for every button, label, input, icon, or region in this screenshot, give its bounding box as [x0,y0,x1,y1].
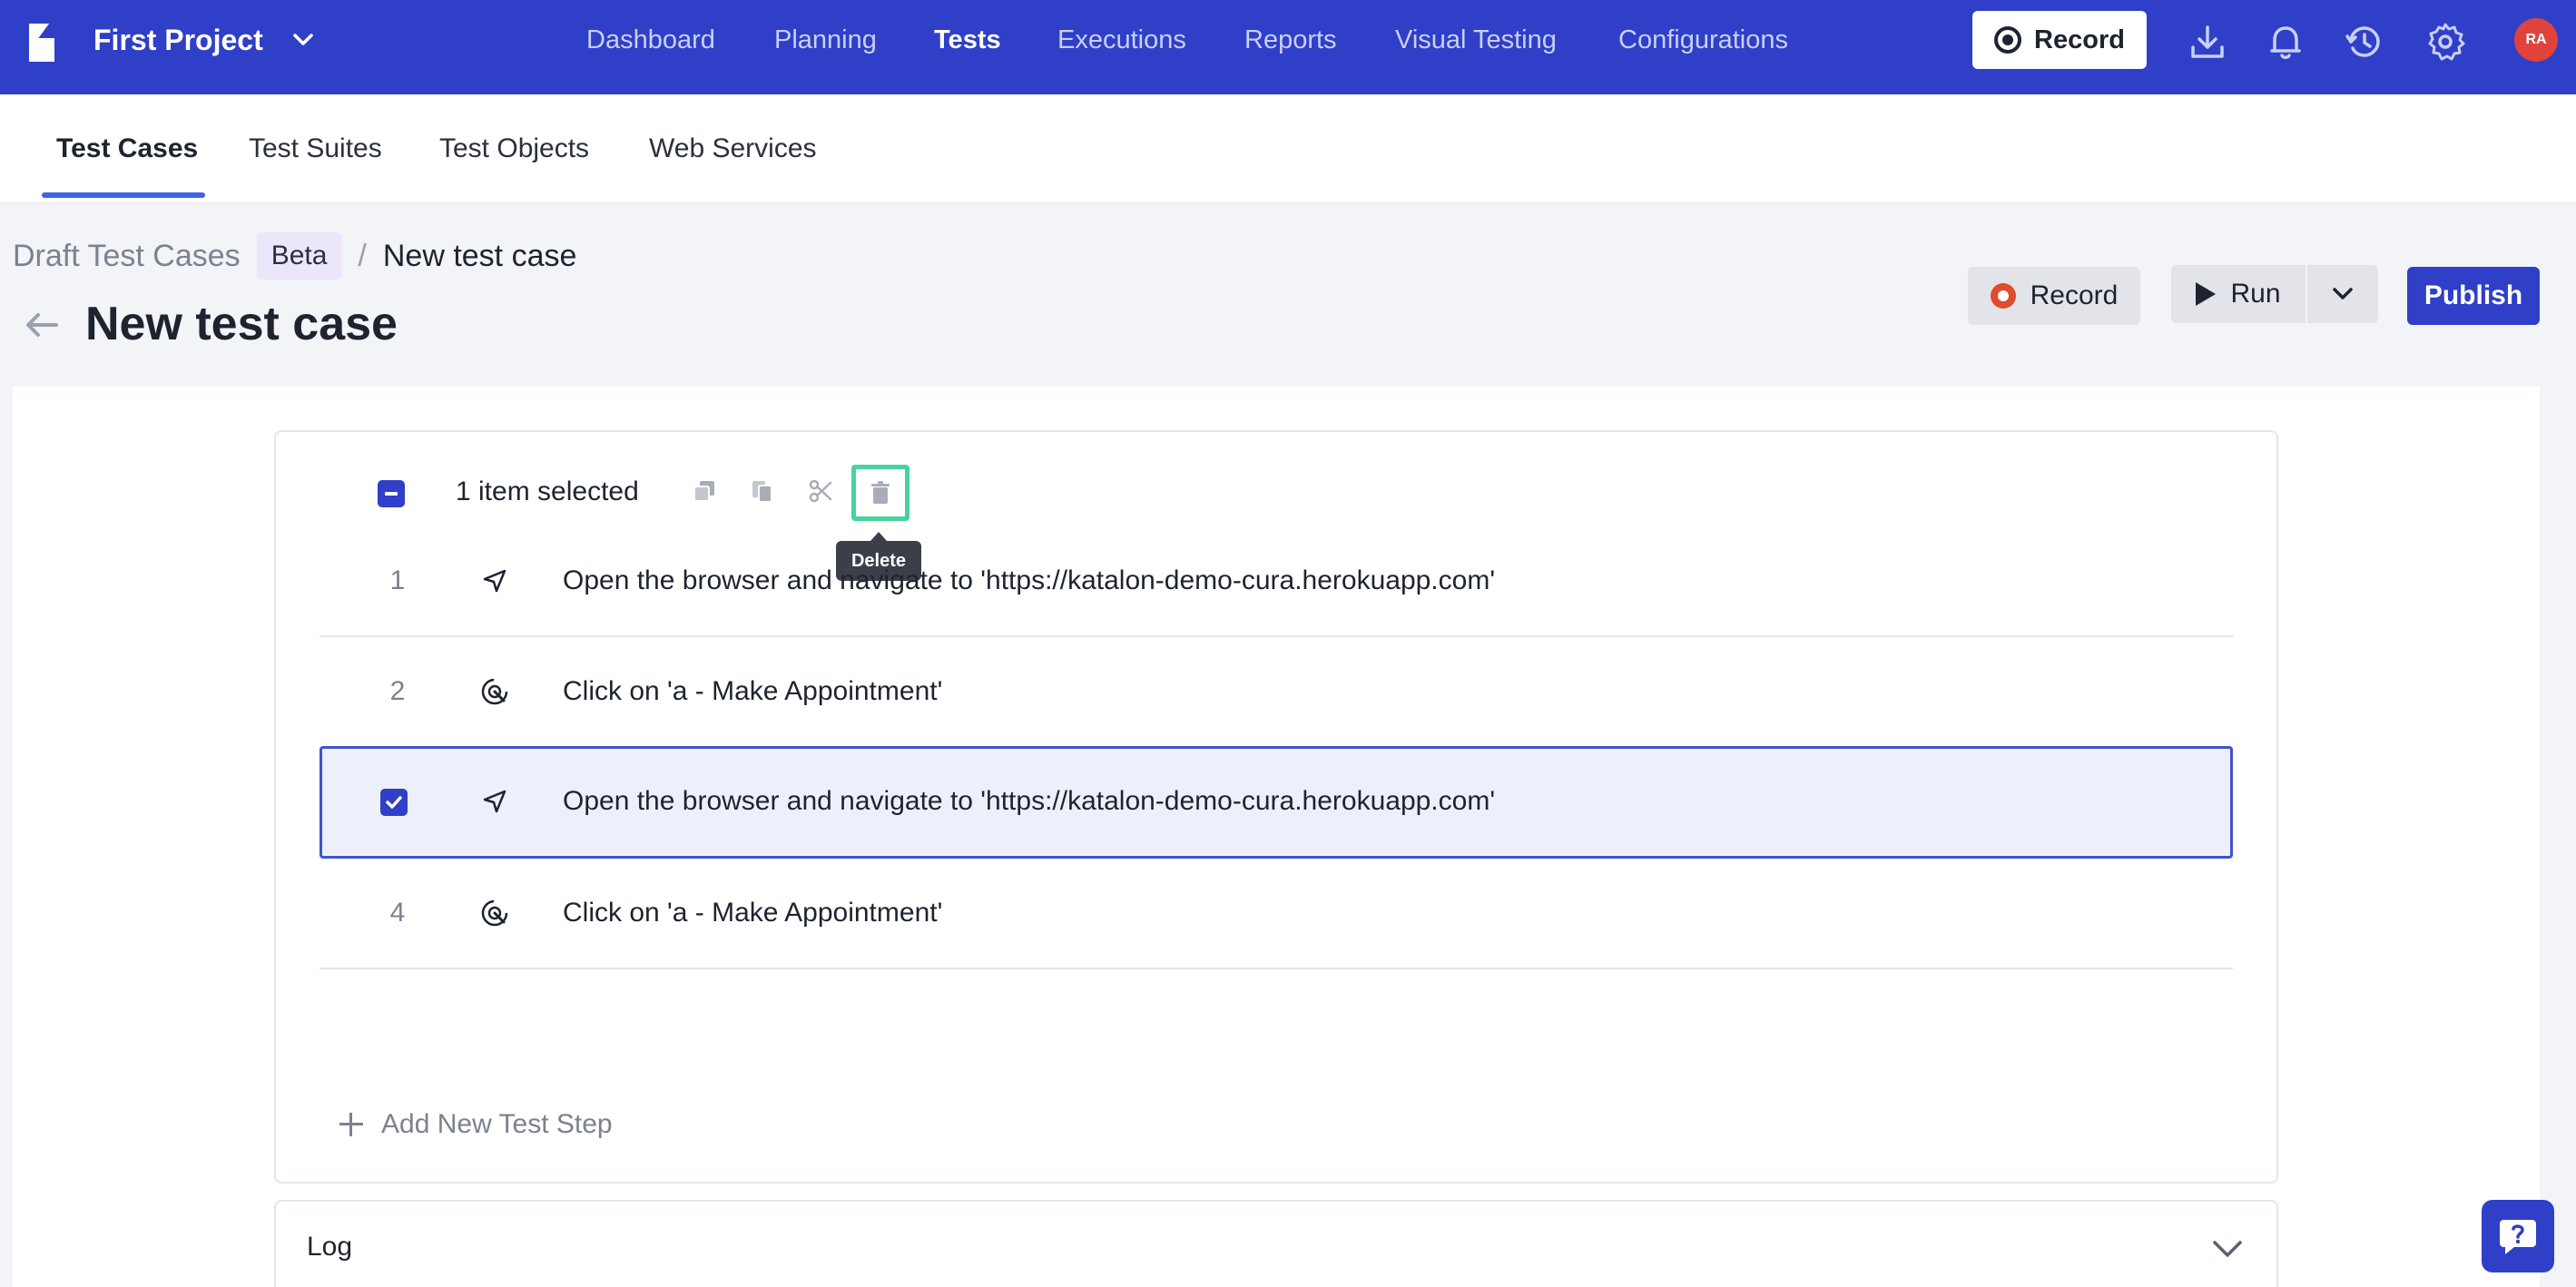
navigate-icon [483,569,506,593]
add-test-step-label: Add New Test Step [381,1109,613,1139]
step-description: Click on 'a - Make Appointment' [563,676,943,706]
chevron-down-icon[interactable] [289,25,318,54]
step-number: 4 [389,898,406,928]
plus-icon [339,1113,363,1136]
play-icon [2196,282,2217,306]
test-step-row[interactable]: 1 Open the browser and navigate to 'http… [320,526,2233,637]
log-label: Log [307,1232,353,1262]
trash-icon [871,481,890,504]
select-all-checkbox[interactable] [378,468,405,519]
test-step-row[interactable]: 4 Click on 'a - Make Appointment' [320,859,2233,969]
nav-reports[interactable]: Reports [1244,22,1337,58]
breadcrumb: Draft Test Cases Beta / New test case [13,232,576,280]
back-arrow-icon[interactable] [22,305,62,345]
step-number: 1 [389,565,406,595]
katalon-logo[interactable] [25,20,58,65]
delete-button[interactable] [851,465,909,521]
check-icon [386,796,402,809]
tab-test-objects[interactable]: Test Objects [439,131,589,167]
top-nav-bar: First Project Dashboard Planning Tests E… [0,0,2576,94]
gear-icon[interactable] [2424,20,2467,64]
sub-tabs-bar: Test Cases Test Suites Test Objects Web … [0,94,2576,203]
nav-executions[interactable]: Executions [1057,22,1186,58]
step-description: Open the browser and navigate to 'https:… [563,786,1496,816]
nav-visual-testing[interactable]: Visual Testing [1395,22,1557,58]
nav-tests[interactable]: Tests [934,22,1001,58]
row-divider [320,968,2233,969]
active-tab-indicator [42,192,205,198]
breadcrumb-separator: / [358,239,367,273]
step-description: Click on 'a - Make Appointment' [563,898,943,928]
log-panel[interactable]: Log [274,1200,2278,1287]
breadcrumb-draft-test-cases[interactable]: Draft Test Cases [13,234,241,278]
project-name[interactable]: First Project [93,22,263,58]
publish-button[interactable]: Publish [2407,267,2540,325]
checked-checkbox [380,789,408,816]
header-record-button[interactable]: Record [1972,11,2147,69]
tab-web-services[interactable]: Web Services [649,131,817,167]
step-checkbox[interactable] [380,789,408,816]
record-button-label: Record [2030,280,2119,310]
step-number: 2 [389,676,406,706]
history-icon[interactable] [2342,20,2385,64]
tab-test-cases[interactable]: Test Cases [56,131,198,167]
header-record-label: Record [2034,25,2125,54]
test-step-row[interactable]: 2 Click on 'a - Make Appointment' [320,637,2233,748]
click-icon [481,678,508,705]
page-title: New test case [85,298,398,350]
download-icon[interactable] [2186,20,2229,64]
tab-test-suites[interactable]: Test Suites [249,131,382,167]
chevron-down-icon[interactable] [2209,1231,2246,1267]
user-avatar[interactable]: RA [2514,18,2558,62]
copy-icon[interactable] [749,477,776,505]
help-chat-button[interactable] [2482,1200,2554,1272]
indeterminate-checkbox[interactable] [378,480,405,507]
record-icon [1994,26,2022,54]
record-dot-icon [1990,283,2016,309]
run-button-label: Run [2230,279,2281,309]
add-test-step-button[interactable]: Add New Test Step [339,1109,613,1140]
bell-icon[interactable] [2264,20,2307,64]
nav-configurations[interactable]: Configurations [1618,22,1788,58]
breadcrumb-current: New test case [382,239,577,273]
step-description: Open the browser and navigate to 'https:… [563,565,1496,595]
run-button[interactable]: Run [2171,265,2306,323]
nav-planning[interactable]: Planning [774,22,877,58]
selection-count: 1 item selected [456,476,639,506]
nav-dashboard[interactable]: Dashboard [586,22,715,58]
run-options-button[interactable] [2307,265,2378,323]
chevron-down-icon [2333,288,2353,300]
duplicate-icon[interactable] [691,477,718,505]
click-icon [481,899,508,927]
record-button[interactable]: Record [1968,267,2140,325]
navigate-icon [483,790,506,813]
test-step-row-selected[interactable]: Open the browser and navigate to 'https:… [320,746,2233,859]
beta-badge: Beta [256,232,342,280]
chat-help-icon [2500,1220,2536,1254]
cut-icon[interactable] [807,477,834,505]
